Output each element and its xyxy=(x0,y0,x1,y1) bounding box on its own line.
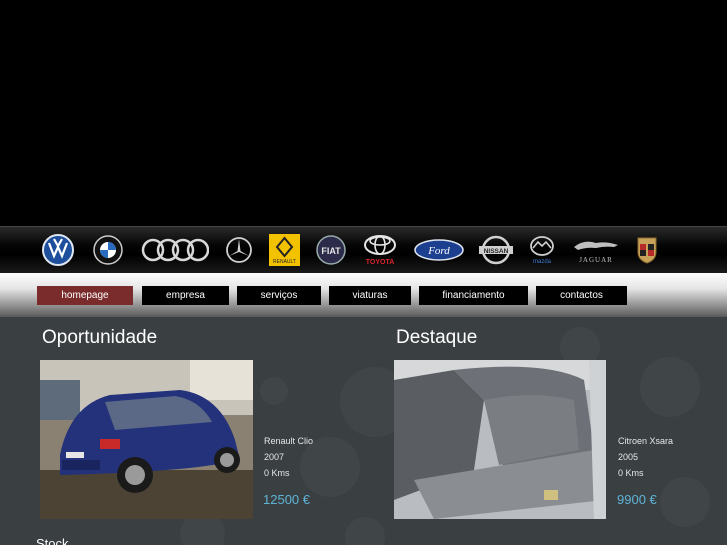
oportunidade-car-kms: 0 Kms xyxy=(264,468,290,478)
fiat-logo-icon[interactable]: FIAT xyxy=(316,233,346,267)
stock-title: Stock xyxy=(36,536,69,545)
main-navigation: homepage empresa serviços viaturas finan… xyxy=(0,273,727,317)
svg-text:RENAULT: RENAULT xyxy=(273,259,296,265)
jaguar-logo-icon[interactable]: JAGUAR xyxy=(570,233,622,267)
svg-text:Ford: Ford xyxy=(427,245,450,257)
ford-logo-icon[interactable]: Ford xyxy=(414,233,464,267)
background-bubble xyxy=(640,357,700,417)
nav-viaturas[interactable]: viaturas xyxy=(329,286,411,305)
background-bubble xyxy=(345,517,385,545)
oportunidade-car-name: Renault Clio xyxy=(264,436,314,446)
vw-logo-icon[interactable] xyxy=(42,233,74,267)
oportunidade-car-year: 2007 xyxy=(264,452,285,462)
mazda-logo-icon[interactable]: mazda xyxy=(528,233,556,267)
background-bubble xyxy=(260,377,288,405)
nissan-logo-icon[interactable]: NISSAN xyxy=(478,233,514,267)
bmw-logo-icon[interactable] xyxy=(93,233,123,267)
destaque-car-price: 9900 € xyxy=(617,492,657,507)
nav-empresa[interactable]: empresa xyxy=(142,286,229,305)
brand-logo-bar: RENAULT FIAT TOYOTA Ford NISSAN mazda JA… xyxy=(0,226,727,273)
svg-text:TOYOTA: TOYOTA xyxy=(366,259,395,266)
nav-homepage[interactable]: homepage xyxy=(37,286,133,305)
oportunidade-car-price: 12500 € xyxy=(263,492,310,507)
destaque-car-kms: 0 Kms xyxy=(618,468,644,478)
background-bubble xyxy=(300,437,360,497)
svg-text:JAGUAR: JAGUAR xyxy=(579,256,613,264)
toyota-logo-icon[interactable]: TOYOTA xyxy=(362,233,398,267)
svg-text:mazda: mazda xyxy=(533,259,552,265)
header-banner xyxy=(0,0,727,226)
svg-text:NISSAN: NISSAN xyxy=(484,248,509,255)
oportunidade-car-photo[interactable] xyxy=(40,360,253,519)
oportunidade-title: Oportunidade xyxy=(42,327,158,348)
renault-logo-icon[interactable]: RENAULT xyxy=(269,233,300,267)
destaque-car-year: 2005 xyxy=(618,452,639,462)
svg-text:FIAT: FIAT xyxy=(321,246,341,256)
porsche-logo-icon[interactable] xyxy=(636,233,658,267)
nav-contactos[interactable]: contactos xyxy=(536,286,627,305)
nav-servicos[interactable]: serviços xyxy=(237,286,321,305)
mercedes-logo-icon[interactable] xyxy=(225,233,253,267)
destaque-car-photo[interactable] xyxy=(394,360,606,519)
background-bubble xyxy=(660,477,710,527)
audi-logo-icon[interactable] xyxy=(141,233,209,267)
destaque-car-name: Citroen Xsara xyxy=(618,436,674,446)
destaque-title: Destaque xyxy=(396,327,478,348)
content-area: Oportunidade Destaque Renault Clio 2007 … xyxy=(0,317,727,545)
nav-financiamento[interactable]: financiamento xyxy=(419,286,528,305)
